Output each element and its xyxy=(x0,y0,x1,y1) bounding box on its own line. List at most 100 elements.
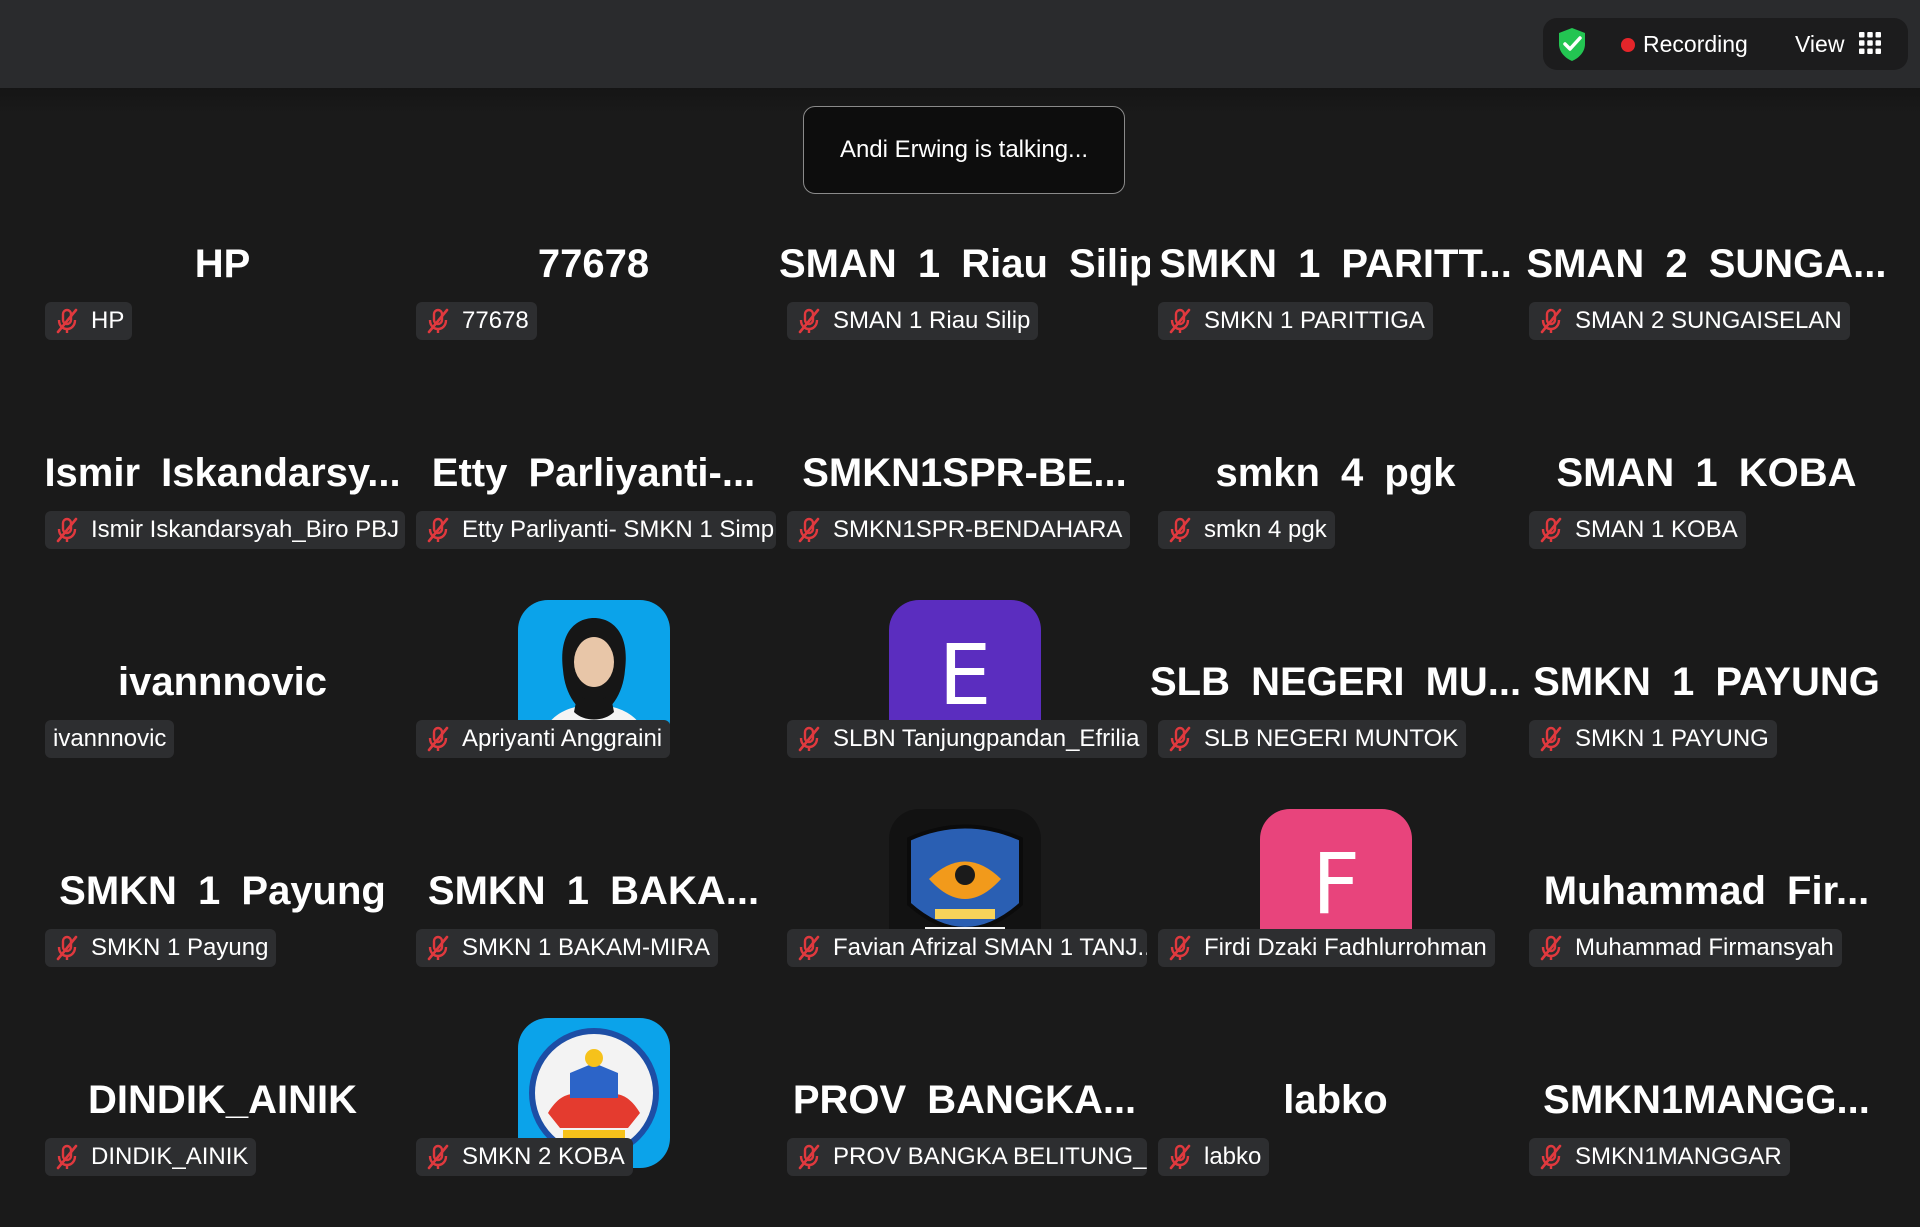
participant-tile[interactable]: labko labko xyxy=(1150,1018,1521,1227)
participant-tile[interactable]: SMKN 1 BAKA... SMKN 1 BAKAM-MIRA xyxy=(408,809,779,1018)
participant-name-text: SMAN 2 SUNGAISELAN xyxy=(1575,307,1842,334)
participant-name-label: SMKN1MANGGAR xyxy=(1529,1138,1790,1176)
participant-tile[interactable]: SMAN 2 SUNGA... SMAN 2 SUNGAISELAN xyxy=(1521,182,1892,391)
participant-name-label: SMKN 1 Payung xyxy=(45,929,277,967)
participant-tile[interactable]: F Firdi Dzaki Fadhlurrohman xyxy=(1150,809,1521,1018)
participant-name-text: HP xyxy=(91,307,125,334)
participant-name-label: DINDIK_AINIK xyxy=(45,1138,257,1176)
participant-tile[interactable]: Apriyanti Anggraini xyxy=(408,600,779,809)
participant-display-name: SLB NEGERI MU... xyxy=(1150,660,1521,704)
participant-tile[interactable]: SMKN1SPR-BE... SMKN1SPR-BENDAHARA xyxy=(779,391,1150,600)
participant-tile[interactable]: SLB NEGERI MU... SLB NEGERI MUNTOK xyxy=(1150,600,1521,809)
participant-display-name: Ismir Iskandarsy... xyxy=(44,451,401,495)
participant-name-text: SMKN 1 BAKAM-MIRA xyxy=(462,934,711,961)
participant-display-name: SMAN 1 Riau Silip xyxy=(779,242,1150,286)
participant-display-name: SMAN 2 SUNGA... xyxy=(1526,242,1887,286)
mic-muted-icon xyxy=(1540,1144,1562,1170)
participant-name-label: PROV BANGKA BELITUNG_B... xyxy=(787,1138,1147,1176)
active-speaker-toast: Andi Erwing is talking... xyxy=(803,106,1125,194)
participant-name-text: SMKN1SPR-BENDAHARA xyxy=(833,516,1123,543)
participant-display-name: SMKN 1 BAKA... xyxy=(427,869,760,913)
mic-muted-icon xyxy=(56,1144,78,1170)
participant-tile[interactable]: SMKN1MANGG... SMKN1MANGGAR xyxy=(1521,1018,1892,1227)
participant-name-label: SMAN 1 Riau Silip xyxy=(787,302,1039,340)
view-button[interactable]: View xyxy=(1795,31,1844,58)
mic-muted-icon xyxy=(1540,308,1562,334)
mic-muted-icon xyxy=(427,726,449,752)
participant-tile[interactable]: SMKN 1 PAYUNG SMKN 1 PAYUNG xyxy=(1521,600,1892,809)
mic-muted-icon xyxy=(56,935,78,961)
participant-display-name: smkn 4 pgk xyxy=(1215,451,1456,495)
participant-name-text: DINDIK_AINIK xyxy=(91,1143,249,1170)
mic-muted-icon xyxy=(1540,517,1562,543)
participant-tile[interactable]: smkn 4 pgk smkn 4 pgk xyxy=(1150,391,1521,600)
participant-name-label: SLB NEGERI MUNTOK xyxy=(1158,720,1467,758)
participant-name-label: SMAN 2 SUNGAISELAN xyxy=(1529,302,1850,340)
participant-name-label: Favian Afrizal SMAN 1 TANJ... xyxy=(787,929,1147,967)
participant-name-label: SMKN 1 PARITTIGA xyxy=(1158,302,1433,340)
participant-name-label: Etty Parliyanti- SMKN 1 Simp... xyxy=(416,511,776,549)
participant-name-text: Firdi Dzaki Fadhlurrohman xyxy=(1204,934,1487,961)
participant-display-name: 77678 xyxy=(537,242,650,286)
participant-name-text: SMKN 1 Payung xyxy=(91,934,269,961)
participant-name-text: PROV BANGKA BELITUNG_B... xyxy=(833,1143,1147,1170)
participant-display-name: SMKN1MANGG... xyxy=(1543,1078,1870,1122)
participant-name-label: 77678 xyxy=(416,302,537,340)
participant-display-name: SMAN 1 KOBA xyxy=(1556,451,1857,495)
mic-muted-icon xyxy=(427,1144,449,1170)
participant-name-label: Apriyanti Anggraini xyxy=(416,720,671,758)
mic-muted-icon xyxy=(798,308,820,334)
mic-muted-icon xyxy=(427,935,449,961)
mic-muted-icon xyxy=(1169,935,1191,961)
mic-muted-icon xyxy=(798,1144,820,1170)
participant-name-label: SMKN 1 PAYUNG xyxy=(1529,720,1777,758)
participant-display-name: SMKN 1 PAYUNG xyxy=(1533,660,1880,704)
participant-display-name: ivannnovic xyxy=(118,660,327,704)
participant-tile[interactable]: DINDIK_AINIK DINDIK_AINIK xyxy=(37,1018,408,1227)
participant-tile[interactable]: SMKN 1 PARITT... SMKN 1 PARITTIGA xyxy=(1150,182,1521,391)
participant-tile[interactable]: Favian Afrizal SMAN 1 TANJ... xyxy=(779,809,1150,1018)
participant-tile[interactable]: SMKN 1 Payung SMKN 1 Payung xyxy=(37,809,408,1018)
participant-name-label: smkn 4 pgk xyxy=(1158,511,1335,549)
mic-muted-icon xyxy=(1540,935,1562,961)
participant-display-name: SMKN 1 PARITT... xyxy=(1159,242,1512,286)
participant-name-label: SMKN 2 KOBA xyxy=(416,1138,633,1176)
mic-muted-icon xyxy=(1169,517,1191,543)
participant-tile[interactable]: 77678 77678 xyxy=(408,182,779,391)
mic-muted-icon xyxy=(798,726,820,752)
participant-tile[interactable]: Ismir Iskandarsy... Ismir Iskandarsyah_Bi… xyxy=(37,391,408,600)
participant-display-name: Etty Parliyanti-... xyxy=(431,451,756,495)
shield-check-icon[interactable] xyxy=(1553,25,1591,63)
participant-tile[interactable]: SMAN 1 KOBA SMAN 1 KOBA xyxy=(1521,391,1892,600)
participant-tile[interactable]: SMKN 2 KOBA xyxy=(408,1018,779,1227)
participant-display-name: PROV BANGKA... xyxy=(792,1078,1137,1122)
participant-tile[interactable]: HP HP xyxy=(37,182,408,391)
participant-name-text: Etty Parliyanti- SMKN 1 Simp... xyxy=(462,516,776,543)
participant-name-text: SLB NEGERI MUNTOK xyxy=(1204,725,1459,752)
participant-name-label: Ismir Iskandarsyah_Biro PBJ ... xyxy=(45,511,405,549)
participant-name-text: Favian Afrizal SMAN 1 TANJ... xyxy=(833,934,1147,961)
participant-display-name: DINDIK_AINIK xyxy=(88,1078,357,1122)
participant-name-label: SLBN Tanjungpandan_Efrilia ... xyxy=(787,720,1147,758)
participant-name-label: SMKN 1 BAKAM-MIRA xyxy=(416,929,719,967)
participant-name-text: SMAN 1 Riau Silip xyxy=(833,307,1031,334)
participant-display-name: HP xyxy=(194,242,251,286)
meeting-status-pill: Recording View xyxy=(1543,18,1908,70)
participant-name-text: 77678 xyxy=(462,307,529,334)
participant-display-name: labko xyxy=(1283,1078,1388,1122)
recording-label[interactable]: Recording xyxy=(1643,31,1748,58)
participant-tile[interactable]: Muhammad Fir... Muhammad Firmansyah xyxy=(1521,809,1892,1018)
mic-muted-icon xyxy=(798,517,820,543)
mic-muted-icon xyxy=(1169,1144,1191,1170)
participant-tile[interactable]: PROV BANGKA... PROV BANGKA BELITUNG_B... xyxy=(779,1018,1150,1227)
participant-tile[interactable]: SMAN 1 Riau Silip SMAN 1 Riau Silip xyxy=(779,182,1150,391)
participant-tile[interactable]: E SLBN Tanjungpandan_Efrilia ... xyxy=(779,600,1150,809)
participant-name-text: SMKN1MANGGAR xyxy=(1575,1143,1782,1170)
participant-name-text: Apriyanti Anggraini xyxy=(462,725,663,752)
avatar-letter: F xyxy=(1311,835,1361,933)
participant-name-text: SMAN 1 KOBA xyxy=(1575,516,1738,543)
participant-tile[interactable]: Etty Parliyanti-... Etty Parliyanti- SMKN… xyxy=(408,391,779,600)
grid-view-icon[interactable] xyxy=(1859,32,1881,54)
mic-muted-icon xyxy=(1169,308,1191,334)
participant-tile[interactable]: ivannnovic ivannnovic xyxy=(37,600,408,809)
